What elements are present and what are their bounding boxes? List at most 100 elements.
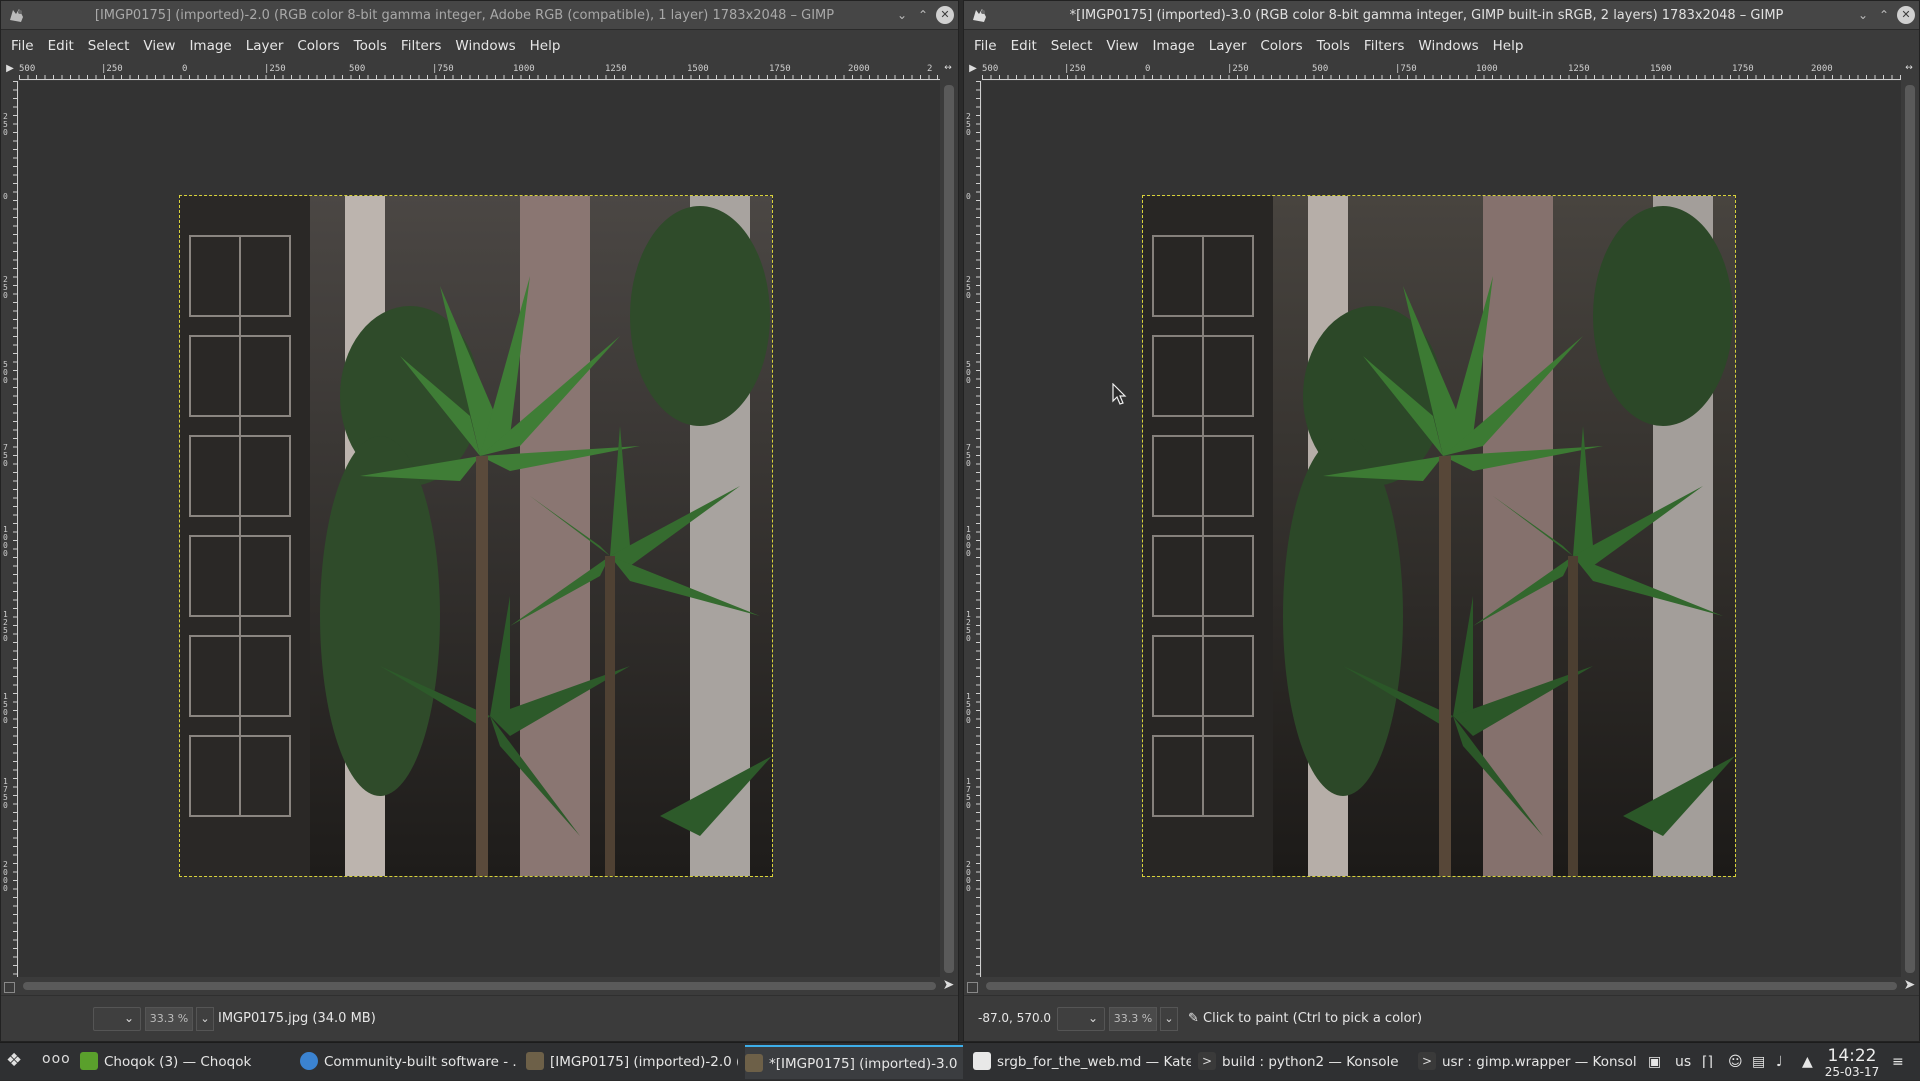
ruler-label: 1000 xyxy=(513,64,535,74)
scroll-thumb[interactable] xyxy=(23,982,936,990)
menu-view[interactable]: View xyxy=(136,31,182,62)
clipboard-icon[interactable]: ▤ xyxy=(1752,1043,1765,1081)
minimize-button[interactable]: ⌄ xyxy=(893,6,911,24)
menu-filters[interactable]: Filters xyxy=(394,31,448,62)
wifi-icon[interactable]: ⌈⌉ xyxy=(1702,1043,1713,1081)
menu-windows[interactable]: Windows xyxy=(1411,31,1485,62)
menu-help[interactable]: Help xyxy=(523,31,568,62)
title-bar[interactable]: [IMGP0175] (imported)-2.0 (RGB color 8-b… xyxy=(1,1,958,30)
clock-date[interactable]: 25-03-17 xyxy=(1824,1065,1880,1079)
chevron-down-icon: ⌄ xyxy=(1087,1011,1098,1025)
menu-layer[interactable]: Layer xyxy=(1202,31,1254,62)
menu-edit[interactable]: Edit xyxy=(41,31,81,62)
zoom-entry[interactable]: 33.3 % xyxy=(145,1007,193,1031)
vertical-ruler[interactable]: 250 0 250 500 750 1000 1250 1500 1750 20… xyxy=(964,81,981,977)
horizontal-ruler[interactable]: 500 |250 0 |250 500 |750 1000 1250 1500 … xyxy=(982,63,1901,80)
menu-colors[interactable]: Colors xyxy=(290,31,346,62)
close-button[interactable]: ✕ xyxy=(936,6,954,24)
window-title: [IMGP0175] (imported)-2.0 (RGB color 8-b… xyxy=(94,8,835,23)
close-button[interactable]: ✕ xyxy=(1897,6,1915,24)
unit-selector[interactable]: ⌄ xyxy=(1057,1007,1105,1031)
navigate-icon[interactable]: ➤ xyxy=(941,978,956,993)
volume-icon[interactable]: ♩ xyxy=(1776,1043,1783,1081)
image-photo-palm[interactable] xyxy=(179,195,773,877)
menu-select[interactable]: Select xyxy=(1044,31,1100,62)
task-konsole-gimp[interactable]: > usr : gimp.wrapper — Konsole xyxy=(1418,1045,1636,1079)
navigate-icon[interactable]: ➤ xyxy=(1902,978,1917,993)
menu-image[interactable]: Image xyxy=(1145,31,1201,62)
menu-windows[interactable]: Windows xyxy=(448,31,522,62)
task-konsole-build[interactable]: > build : python2 — Konsole xyxy=(1198,1045,1410,1079)
task-gimp-left[interactable]: [IMGP0175] (imported)-2.0 (... xyxy=(526,1045,738,1079)
ruler-label: 2000 xyxy=(848,64,870,74)
vertical-scrollbar[interactable] xyxy=(940,81,958,977)
hamburger-menu-icon[interactable]: ≡ xyxy=(1892,1043,1904,1081)
zoom-entry[interactable]: 33.3 % xyxy=(1109,1007,1157,1031)
scroll-thumb[interactable] xyxy=(986,982,1897,990)
image-photo-palm[interactable] xyxy=(1142,195,1736,877)
gimp-window-left[interactable]: [IMGP0175] (imported)-2.0 (RGB color 8-b… xyxy=(0,0,959,1042)
scroll-thumb[interactable] xyxy=(944,85,954,973)
menu-colors[interactable]: Colors xyxy=(1253,31,1309,62)
menu-file[interactable]: File xyxy=(4,31,41,62)
quick-mask-toggle[interactable] xyxy=(4,982,15,993)
browser-icon xyxy=(300,1052,318,1070)
menu-image[interactable]: Image xyxy=(182,31,238,62)
ruler-corner[interactable]: ▶ xyxy=(964,63,982,80)
task-browser[interactable]: Community-built software - ... xyxy=(300,1045,516,1079)
ruler-corner[interactable]: ▶ xyxy=(1,63,19,80)
ruler-label: |250 xyxy=(1227,64,1249,74)
horizontal-scrollbar[interactable] xyxy=(19,977,940,995)
vertical-scrollbar[interactable] xyxy=(1901,81,1919,977)
status-bar: -87.0, 570.0 ⌄ 33.3 % ⌄ ✎ Click to paint… xyxy=(964,995,1919,1041)
title-bar[interactable]: *[IMGP0175] (imported)-3.0 (RGB color 8-… xyxy=(964,1,1919,30)
minimize-button[interactable]: ⌄ xyxy=(1854,6,1872,24)
quick-mask-toggle[interactable] xyxy=(967,982,978,993)
scroll-thumb[interactable] xyxy=(1905,85,1915,973)
maximize-button[interactable]: ⌃ xyxy=(914,6,932,24)
menu-help[interactable]: Help xyxy=(1486,31,1531,62)
status-message: ✎ Click to paint (Ctrl to pick a color) xyxy=(1188,1011,1422,1026)
horizontal-scrollbar[interactable] xyxy=(982,977,1901,995)
gimp-window-right[interactable]: *[IMGP0175] (imported)-3.0 (RGB color 8-… xyxy=(963,0,1920,1042)
application-launcher-icon[interactable]: ❖ xyxy=(6,1050,30,1074)
status-message: IMGP0175.jpg (34.0 MB) xyxy=(218,1011,376,1026)
menu-view[interactable]: View xyxy=(1099,31,1145,62)
menu-filters[interactable]: Filters xyxy=(1357,31,1411,62)
tray-choqok-icon[interactable]: ▣ xyxy=(1648,1043,1661,1081)
task-gimp-right[interactable]: *[IMGP0175] (imported)-3.0 ... xyxy=(745,1045,963,1079)
virtual-desktop-pager[interactable]: ooo xyxy=(42,1051,71,1067)
user-status-icon[interactable]: ☺ xyxy=(1728,1043,1743,1081)
ruler-label: |750 xyxy=(1395,64,1417,74)
zoom-dropdown-button[interactable]: ⌄ xyxy=(196,1007,214,1031)
gimp-icon xyxy=(973,9,986,22)
ruler-navigate-icon[interactable]: ↔ xyxy=(940,63,956,80)
unit-selector[interactable]: ⌄ xyxy=(93,1007,141,1031)
ruler-label: 500 xyxy=(982,64,999,74)
menu-edit[interactable]: Edit xyxy=(1004,31,1044,62)
vertical-ruler[interactable]: 250 0 250 500 750 1000 1250 1500 1750 20… xyxy=(1,81,18,977)
clock-time[interactable]: 14:22 xyxy=(1824,1046,1880,1066)
task-label: build : python2 — Konsole xyxy=(1222,1054,1399,1070)
zoom-dropdown-button[interactable]: ⌄ xyxy=(1160,1007,1178,1031)
ruler-label: 500 xyxy=(19,64,36,74)
ruler-label: 500 xyxy=(966,360,971,385)
menu-select[interactable]: Select xyxy=(81,31,137,62)
menu-tools[interactable]: Tools xyxy=(347,31,394,62)
task-kate[interactable]: srgb_for_the_web.md — Kate xyxy=(973,1045,1191,1079)
ruler-label: 0 xyxy=(3,192,8,201)
menu-file[interactable]: File xyxy=(967,31,1004,62)
menu-layer[interactable]: Layer xyxy=(239,31,291,62)
menu-tools[interactable]: Tools xyxy=(1310,31,1357,62)
task-choqok[interactable]: Choqok (3) — Choqok xyxy=(80,1045,290,1079)
ruler-label: |250 xyxy=(264,64,286,74)
horizontal-ruler[interactable]: 500 |250 0 |250 500 |750 1000 1250 1500 … xyxy=(19,63,940,80)
ruler-label: 250 xyxy=(3,275,8,300)
keyboard-layout[interactable]: us xyxy=(1675,1043,1691,1081)
ruler-label: 1250 xyxy=(3,610,8,643)
tray-expand-icon[interactable]: ▲ xyxy=(1802,1043,1813,1081)
ruler-label: 1750 xyxy=(769,64,791,74)
maximize-button[interactable]: ⌃ xyxy=(1875,6,1893,24)
mouse-cursor-icon xyxy=(1112,383,1127,405)
ruler-navigate-icon[interactable]: ↔ xyxy=(1901,63,1917,80)
